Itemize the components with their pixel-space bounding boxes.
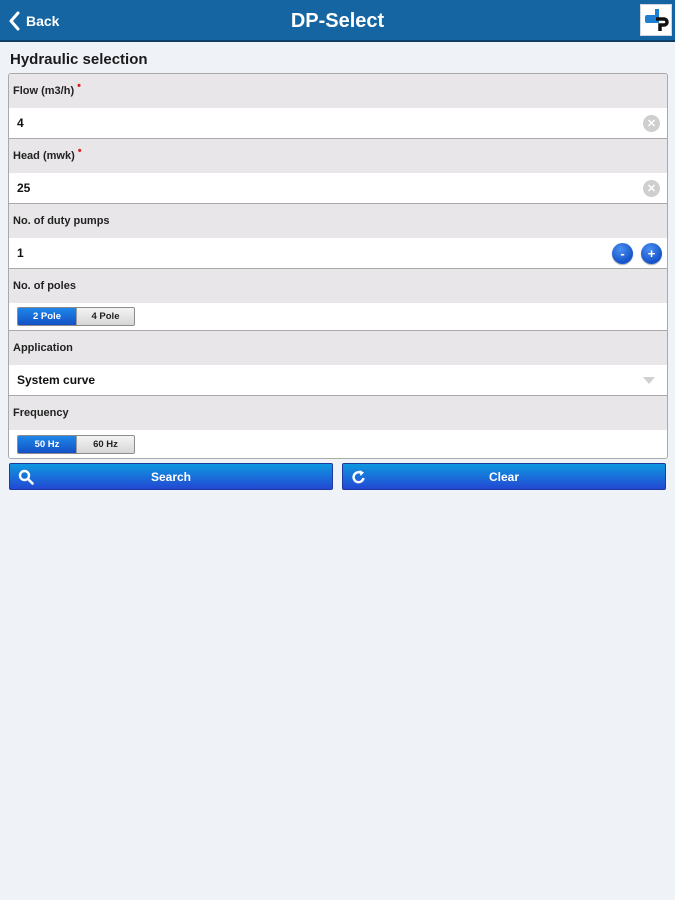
duty-pumps-field: No. of duty pumps 1 - +: [9, 204, 667, 269]
application-value: System curve: [17, 373, 96, 387]
head-label: Head (mwk) •: [9, 139, 667, 173]
poles-label: No. of poles: [9, 269, 667, 303]
head-label-text: Head (mwk): [13, 150, 75, 162]
head-input-row: ✕: [9, 173, 667, 204]
required-marker: •: [77, 145, 82, 157]
poles-row: 2 Pole 4 Pole: [9, 303, 667, 331]
frequency-field: Frequency 50 Hz 60 Hz: [9, 396, 667, 458]
search-label: Search: [150, 469, 192, 484]
duty-pumps-row: 1 - +: [9, 238, 667, 269]
dp-logo-icon[interactable]: [640, 4, 672, 36]
duty-pumps-stepper: - +: [612, 243, 662, 264]
flow-label: Flow (m3/h) •: [9, 74, 667, 108]
segment-4-pole[interactable]: 4 Pole: [76, 308, 134, 325]
decrement-button[interactable]: -: [612, 243, 633, 264]
section-title: Hydraulic selection: [10, 51, 148, 68]
hydraulic-form: Flow (m3/h) • ✕ Head (mwk) • ✕ No. of du…: [8, 73, 668, 459]
chevron-down-icon[interactable]: [643, 377, 655, 384]
duty-pumps-value[interactable]: 1: [17, 246, 24, 260]
navbar: Back DP-Select: [0, 0, 675, 42]
clear-label: Clear: [488, 469, 520, 484]
segment-50-hz[interactable]: 50 Hz: [18, 435, 76, 453]
head-field: Head (mwk) • ✕: [9, 139, 667, 204]
flow-label-text: Flow (m3/h): [13, 85, 75, 97]
action-bar: Search Clear: [9, 463, 666, 490]
duty-pumps-label: No. of duty pumps: [9, 204, 667, 238]
frequency-segmented-control: 50 Hz 60 Hz: [17, 434, 135, 454]
clear-flow-icon[interactable]: ✕: [643, 115, 660, 132]
clear-button[interactable]: Clear: [342, 463, 666, 490]
flow-field: Flow (m3/h) • ✕: [9, 74, 667, 139]
increment-button[interactable]: +: [641, 243, 662, 264]
application-label: Application: [9, 331, 667, 365]
poles-field: No. of poles 2 Pole 4 Pole: [9, 269, 667, 331]
application-select[interactable]: System curve: [9, 365, 667, 396]
required-marker: •: [77, 80, 81, 92]
search-button[interactable]: Search: [9, 463, 333, 490]
flow-input-row: ✕: [9, 108, 667, 139]
head-input[interactable]: [17, 181, 617, 195]
frequency-label: Frequency: [9, 396, 667, 430]
frequency-row: 50 Hz 60 Hz: [9, 430, 667, 458]
flow-input[interactable]: [17, 116, 617, 130]
application-field: Application System curve: [9, 331, 667, 396]
segment-60-hz[interactable]: 60 Hz: [76, 435, 134, 453]
segment-2-pole[interactable]: 2 Pole: [18, 308, 76, 325]
page-title: DP-Select: [290, 10, 385, 32]
poles-segmented-control: 2 Pole 4 Pole: [17, 307, 135, 326]
logo-graphic: [645, 9, 669, 31]
refresh-icon: [352, 470, 365, 484]
clear-head-icon[interactable]: ✕: [643, 180, 660, 197]
search-icon: [18, 469, 34, 485]
